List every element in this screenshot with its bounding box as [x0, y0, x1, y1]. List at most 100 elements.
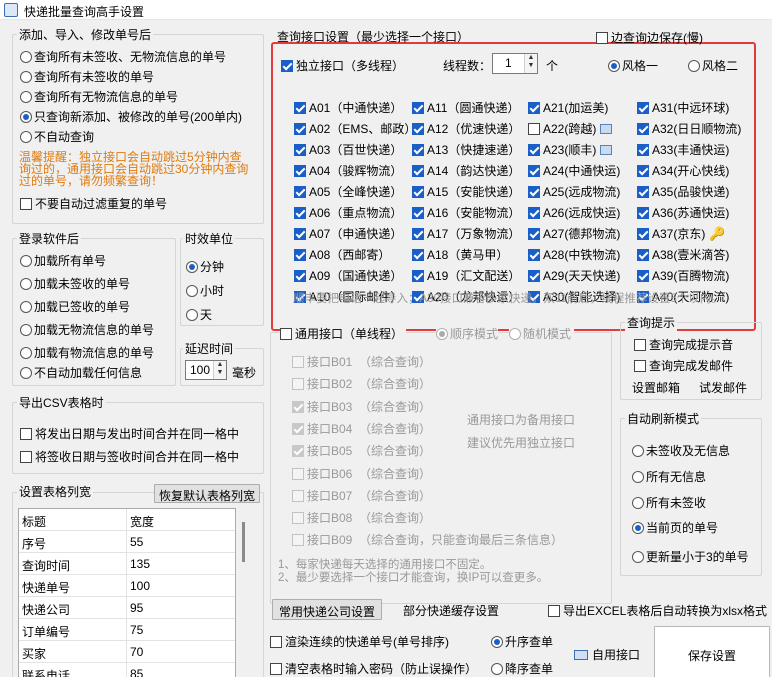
delay-stepper[interactable]: 100 ▲ ▼	[185, 360, 227, 380]
api-col2-item-4[interactable]: A15（安能快递）	[412, 183, 520, 200]
reset-column-width-button[interactable]: 恢复默认表格列宽	[154, 484, 260, 503]
api-col2-item-8[interactable]: A19（汇文配送）	[412, 267, 520, 284]
login-option-4[interactable]: 加载有物流信息的单号	[20, 344, 154, 361]
login-option-3[interactable]: 加载无物流信息的单号	[20, 321, 154, 338]
api-col4-item-5[interactable]: A36(苏通快运)	[637, 204, 729, 221]
login-option-1[interactable]: 加载未签收的单号	[20, 275, 130, 292]
api-col3-item-0[interactable]: A21(加运美)	[528, 99, 608, 116]
api-col4-item-0[interactable]: A31(中远环球)	[637, 99, 729, 116]
descending-radio[interactable]: 降序查单	[491, 660, 553, 677]
add-option-0[interactable]: 查询所有未签收、无物流信息的单号	[20, 48, 226, 65]
table-row[interactable]: 快递单号 100	[19, 575, 235, 597]
style-two-radio[interactable]: 风格二	[688, 57, 738, 74]
general-api-item-3[interactable]: 接口B04 （综合查询）	[292, 420, 431, 437]
no-filter-checkbox[interactable]: 不要自动过滤重复的单号	[20, 195, 167, 212]
table-row[interactable]: 联系电话 85	[19, 663, 235, 677]
add-option-3[interactable]: 只查询新添加、被修改的单号(200单内)	[20, 108, 242, 125]
ascending-radio[interactable]: 升序查单	[491, 633, 553, 650]
time-unit-day[interactable]: 天	[186, 306, 212, 323]
api-col3-item-5[interactable]: A26(远成快运)	[528, 204, 620, 221]
general-api-item-0[interactable]: 接口B01 （综合查询）	[292, 353, 431, 370]
api-col3-item-1[interactable]: A22(跨越)	[528, 120, 613, 137]
merge-sign-date-checkbox[interactable]: 将签收日期与签收时间合并在同一格中	[20, 448, 239, 465]
mail-checkbox[interactable]: 查询完成发邮件	[634, 357, 733, 374]
login-option-5[interactable]: 不自动加载任何信息	[20, 364, 142, 381]
sound-checkbox[interactable]: 查询完成提示音	[634, 336, 733, 353]
sequential-mode-radio[interactable]: 顺序模式	[436, 325, 499, 342]
api-col4-item-2[interactable]: A33(丰通快运)	[637, 141, 729, 158]
test-mail-link[interactable]: 试发邮件	[699, 379, 747, 396]
refresh-option-3[interactable]: 当前页的单号	[632, 519, 718, 536]
api-col1-item-4[interactable]: A05（全峰快递）	[294, 183, 402, 200]
add-option-2[interactable]: 查询所有无物流信息的单号	[20, 88, 178, 105]
api-col3-item-8[interactable]: A29(天天快递)	[528, 267, 620, 284]
table-scrollbar[interactable]	[240, 508, 248, 677]
general-api-item-1[interactable]: 接口B02 （综合查询）	[292, 375, 431, 392]
common-courier-button[interactable]: 常用快递公司设置	[272, 599, 382, 620]
api-col4-item-8[interactable]: A39(百腾物流)	[637, 267, 729, 284]
refresh-option-2[interactable]: 所有未签收	[632, 494, 706, 511]
add-option-1[interactable]: 查询所有未签收的单号	[20, 68, 154, 85]
api-col4-item-1[interactable]: A32(日日顺物流)	[637, 120, 741, 137]
refresh-option-0[interactable]: 未签收及无信息	[632, 442, 730, 459]
general-api-item-8[interactable]: 接口B09 （综合查询，只能查询最后三条信息）	[292, 531, 563, 548]
api-col2-item-7[interactable]: A18（黄马甲）	[412, 246, 508, 263]
settings-icon[interactable]	[600, 145, 613, 155]
time-unit-hour[interactable]: 小时	[186, 282, 224, 299]
table-row[interactable]: 快递公司 95	[19, 597, 235, 619]
login-option-2[interactable]: 加载已签收的单号	[20, 298, 130, 315]
general-api-item-7[interactable]: 接口B08 （综合查询）	[292, 509, 431, 526]
export-xlsx-checkbox[interactable]: 导出EXCEL表格后自动转换为xlsx格式	[548, 602, 767, 619]
api-col1-item-0[interactable]: A01（中通快递）	[294, 99, 402, 116]
clear-password-checkbox[interactable]: 清空表格时输入密码（防止误操作）	[270, 660, 477, 677]
render-serial-checkbox[interactable]: 渲染连续的快递单号(单号排序)	[270, 633, 449, 650]
api-col4-item-6[interactable]: A37(京东) 🔑	[637, 225, 726, 242]
general-api-item-6[interactable]: 接口B07 （综合查询）	[292, 487, 431, 504]
refresh-option-1[interactable]: 所有无信息	[632, 468, 706, 485]
api-col1-item-3[interactable]: A04（骏辉物流）	[294, 162, 402, 179]
general-api-item-5[interactable]: 接口B06 （综合查询）	[292, 465, 431, 482]
api-col2-item-0[interactable]: A11（圆通快递）	[412, 99, 519, 116]
style-one-radio[interactable]: 风格一	[608, 57, 658, 74]
save-while-query-checkbox[interactable]: 边查询边保存(慢)	[596, 29, 703, 46]
scrollbar-thumb[interactable]	[242, 522, 245, 562]
table-row[interactable]: 序号 55	[19, 531, 235, 553]
settings-icon[interactable]	[600, 124, 613, 134]
api-col1-item-2[interactable]: A03（百世快递）	[294, 141, 402, 158]
independent-api-checkbox[interactable]: 独立接口（多线程）	[281, 57, 404, 74]
spin-arrows-icon[interactable]: ▲ ▼	[524, 54, 537, 73]
spin-arrows-icon[interactable]: ▲ ▼	[213, 361, 226, 379]
api-col2-item-6[interactable]: A17（万象物流）	[412, 225, 520, 242]
add-option-4[interactable]: 不自动查询	[20, 128, 94, 145]
login-option-0[interactable]: 加载所有单号	[20, 252, 106, 269]
api-col1-item-8[interactable]: A09（国通快递）	[294, 267, 402, 284]
api-col4-item-3[interactable]: A34(开心快线)	[637, 162, 729, 179]
api-col4-item-7[interactable]: A38(壹米滴答)	[637, 246, 729, 263]
set-mailbox-link[interactable]: 设置邮箱	[632, 379, 680, 396]
merge-send-date-checkbox[interactable]: 将发出日期与发出时间合并在同一格中	[20, 425, 239, 442]
api-col1-item-7[interactable]: A08（西邮寄）	[294, 246, 390, 263]
api-col3-item-4[interactable]: A25(远成物流)	[528, 183, 620, 200]
save-settings-button[interactable]: 保存设置	[654, 626, 770, 677]
time-unit-minute[interactable]: 分钟	[186, 258, 224, 275]
key-icon[interactable]: 🔑	[709, 226, 725, 241]
api-col1-item-1[interactable]: A02（EMS、邮政）	[294, 120, 416, 137]
threads-stepper[interactable]: 1 ▲ ▼	[492, 53, 538, 74]
api-col3-item-3[interactable]: A24(中通快运)	[528, 162, 620, 179]
cache-settings-link[interactable]: 部分快递缓存设置	[403, 602, 499, 619]
api-col2-item-2[interactable]: A13（快捷速递）	[412, 141, 520, 158]
random-mode-radio[interactable]: 随机模式	[509, 325, 575, 342]
general-api-item-2[interactable]: 接口B03 （综合查询）	[292, 398, 431, 415]
api-col2-item-5[interactable]: A16（安能物流）	[412, 204, 520, 221]
api-col3-item-6[interactable]: A27(德邦物流)	[528, 225, 620, 242]
general-api-checkbox[interactable]: 通用接口（单线程）	[280, 325, 407, 342]
api-col4-item-4[interactable]: A35(品骏快递)	[637, 183, 729, 200]
refresh-option-4[interactable]: 更新量小于3的单号	[632, 548, 749, 565]
table-row[interactable]: 买家 70	[19, 641, 235, 663]
custom-api-link[interactable]: 自用接口	[574, 646, 640, 663]
api-col3-item-2[interactable]: A23(顺丰)	[528, 141, 613, 158]
api-col3-item-7[interactable]: A28(中铁物流)	[528, 246, 620, 263]
table-row[interactable]: 订单编号 75	[19, 619, 235, 641]
api-col1-item-6[interactable]: A07（申通快递）	[294, 225, 402, 242]
api-col1-item-5[interactable]: A06（重点物流）	[294, 204, 402, 221]
